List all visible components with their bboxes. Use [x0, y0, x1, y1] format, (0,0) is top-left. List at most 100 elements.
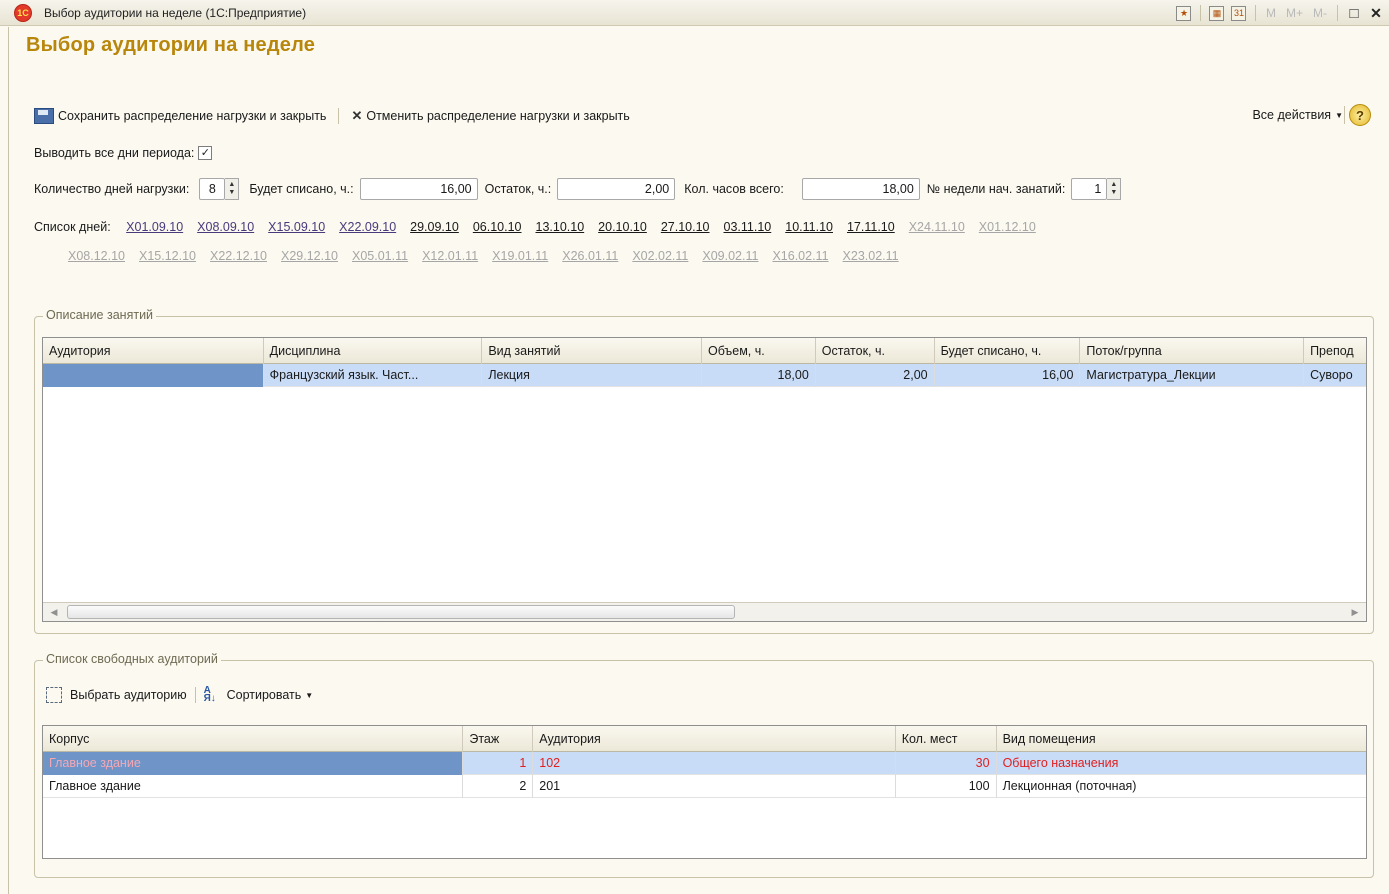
scroll-right-icon[interactable]: ▶: [1348, 605, 1362, 619]
day-link[interactable]: X24.11.10: [909, 220, 965, 234]
cell-room[interactable]: [43, 364, 264, 387]
cell-floor[interactable]: 1: [463, 752, 534, 775]
cell-lesson-type[interactable]: Лекция: [482, 364, 702, 387]
cell-seats[interactable]: 100: [896, 775, 997, 798]
day-link[interactable]: X02.02.11: [632, 249, 688, 263]
day-link[interactable]: X16.02.11: [772, 249, 828, 263]
days-count-field[interactable]: 8: [199, 178, 226, 200]
day-link[interactable]: 06.10.10: [473, 220, 522, 234]
table-row[interactable]: Французский язык. Част... Лекция 18,00 2…: [43, 364, 1366, 387]
free-rooms-command-bar: Выбрать аудиторию А Я↓ Сортировать ▼: [46, 684, 313, 706]
col-header-seats[interactable]: Кол. мест: [896, 726, 997, 752]
cell-floor[interactable]: 2: [463, 775, 534, 798]
day-link[interactable]: 29.09.10: [410, 220, 459, 234]
cell-seats[interactable]: 30: [896, 752, 997, 775]
days-list-line2: X08.12.10 X15.12.10 X22.12.10 X29.12.10 X05.…: [68, 242, 913, 271]
day-link[interactable]: X08.12.10: [68, 249, 125, 263]
cell-room[interactable]: 102: [533, 752, 896, 775]
day-link[interactable]: X19.01.11: [492, 249, 548, 263]
toolbar-separator: [1337, 5, 1338, 21]
days-count-stepper[interactable]: ▲ ▼: [225, 178, 240, 200]
col-header-room-type[interactable]: Вид помещения: [997, 726, 1366, 752]
scroll-left-icon[interactable]: ◀: [47, 605, 61, 619]
lessons-table[interactable]: Аудитория Дисциплина Вид занятий Объем, …: [42, 337, 1367, 622]
start-week-stepper[interactable]: ▲ ▼: [1107, 178, 1122, 200]
cell-teacher[interactable]: Суворо: [1304, 364, 1366, 387]
memory-m-button[interactable]: M: [1263, 6, 1279, 20]
day-link[interactable]: 27.10.10: [661, 220, 710, 234]
day-link[interactable]: X15.09.10: [268, 220, 325, 234]
day-link[interactable]: 03.11.10: [724, 220, 772, 234]
day-link[interactable]: 13.10.10: [536, 220, 585, 234]
col-header-stream-group[interactable]: Поток/группа: [1080, 338, 1305, 364]
col-header-room[interactable]: Аудитория: [533, 726, 896, 752]
show-all-days-checkbox[interactable]: ✓: [198, 146, 213, 160]
day-link[interactable]: X26.01.11: [562, 249, 618, 263]
cell-room[interactable]: 201: [533, 775, 896, 798]
help-button[interactable]: ?: [1349, 104, 1371, 126]
save-and-close-label: Сохранить распределение нагрузки и закры…: [58, 109, 327, 123]
horizontal-scrollbar[interactable]: ◀ ▶: [43, 602, 1366, 621]
cell-will-write[interactable]: 16,00: [935, 364, 1081, 387]
favorites-icon[interactable]: ★: [1175, 3, 1193, 23]
start-week-field[interactable]: 1: [1071, 178, 1108, 200]
toolbar-separator: [1199, 5, 1201, 21]
cell-discipline[interactable]: Французский язык. Част...: [264, 364, 483, 387]
calculator-icon[interactable]: ▦: [1208, 3, 1226, 23]
day-link[interactable]: X01.12.10: [979, 220, 1036, 234]
chevron-down-icon: ▼: [305, 690, 314, 700]
day-link[interactable]: 10.11.10: [785, 220, 833, 234]
will-write-field[interactable]: 16,00: [359, 178, 478, 200]
command-separator: [1344, 106, 1345, 124]
save-and-close-button[interactable]: Сохранить распределение нагрузки и закры…: [34, 108, 326, 124]
day-link[interactable]: X09.02.11: [702, 249, 758, 263]
col-header-lesson-type[interactable]: Вид занятий: [482, 338, 702, 364]
day-link[interactable]: X22.12.10: [210, 249, 267, 263]
col-header-volume[interactable]: Объем, ч.: [702, 338, 816, 364]
day-link[interactable]: X05.01.11: [352, 249, 408, 263]
day-link[interactable]: 17.11.10: [847, 220, 895, 234]
day-link[interactable]: X08.09.10: [197, 220, 254, 234]
pick-room-button[interactable]: Выбрать аудиторию: [46, 687, 187, 703]
all-actions-menu[interactable]: Все действия ▼: [1252, 108, 1343, 122]
cell-building[interactable]: Главное здание: [43, 752, 464, 775]
maximize-button[interactable]: □: [1345, 3, 1363, 23]
close-button[interactable]: ✕: [1367, 3, 1385, 23]
memory-add-button[interactable]: M+: [1283, 6, 1306, 20]
cell-remainder[interactable]: 2,00: [816, 364, 935, 387]
day-link[interactable]: 20.10.10: [598, 220, 647, 234]
col-header-building[interactable]: Корпус: [43, 726, 464, 752]
table-row[interactable]: Главное здание 2 201 100 Лекционная (пот…: [43, 775, 1366, 798]
day-link[interactable]: X29.12.10: [281, 249, 338, 263]
memory-subtract-button[interactable]: M-: [1310, 6, 1330, 20]
start-week-label: № недели нач. занатий:: [926, 182, 1066, 196]
day-link[interactable]: X23.02.11: [843, 249, 899, 263]
load-parameters-row: Количество дней нагрузки: 8 ▲ ▼ Будет спи…: [34, 177, 1122, 201]
lessons-group-title: Описание занятий: [43, 308, 157, 322]
day-link[interactable]: X12.01.11: [422, 249, 478, 263]
col-header-floor[interactable]: Этаж: [463, 726, 534, 752]
total-hours-field[interactable]: 18,00: [801, 178, 920, 200]
cell-volume[interactable]: 18,00: [702, 364, 816, 387]
col-header-remainder[interactable]: Остаток, ч.: [816, 338, 935, 364]
remainder-field[interactable]: 2,00: [557, 178, 676, 200]
sort-button[interactable]: А Я↓ Сортировать ▼: [204, 686, 314, 704]
day-link[interactable]: X01.09.10: [126, 220, 183, 234]
col-header-discipline[interactable]: Дисциплина: [264, 338, 483, 364]
cell-room-type[interactable]: Лекционная (поточная): [997, 775, 1366, 798]
command-separator: [338, 108, 340, 124]
day-link[interactable]: X22.09.10: [339, 220, 396, 234]
table-row[interactable]: Главное здание 1 102 30 Общего назначени…: [43, 752, 1366, 775]
scrollbar-thumb[interactable]: [67, 605, 735, 619]
col-header-room[interactable]: Аудитория: [43, 338, 264, 364]
days-list-line1: X01.09.10 X08.09.10 X15.09.10 X22.09.10 29.0…: [126, 220, 1050, 234]
col-header-teacher[interactable]: Препод: [1304, 338, 1366, 364]
cell-building[interactable]: Главное здание: [43, 775, 464, 798]
calendar-icon[interactable]: 31: [1230, 3, 1248, 23]
cell-room-type[interactable]: Общего назначения: [997, 752, 1366, 775]
col-header-will-write[interactable]: Будет списано, ч.: [935, 338, 1081, 364]
day-link[interactable]: X15.12.10: [139, 249, 196, 263]
cell-stream-group[interactable]: Магистратура_Лекции: [1080, 364, 1305, 387]
free-rooms-table[interactable]: Корпус Этаж Аудитория Кол. мест Вид поме…: [42, 725, 1367, 859]
cancel-and-close-button[interactable]: ✕ Отменить распределение нагрузки и закр…: [351, 108, 629, 124]
